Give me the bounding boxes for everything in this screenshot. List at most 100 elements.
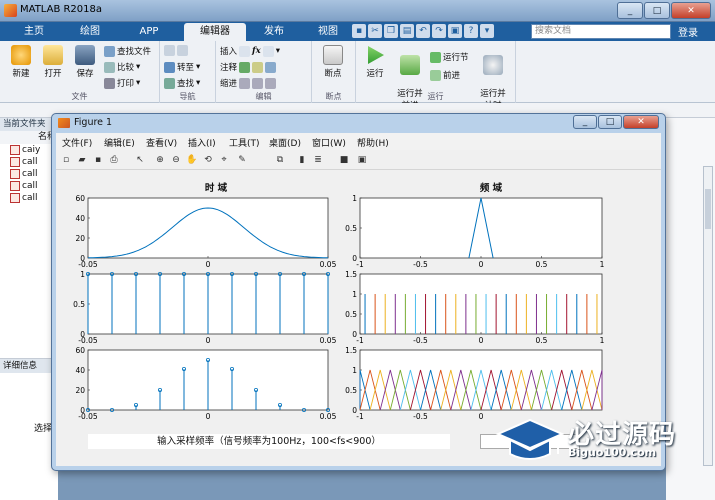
- y-tick-label: 0: [80, 406, 85, 415]
- menu-desktop[interactable]: 桌面(D): [269, 136, 301, 149]
- menu-view[interactable]: 查看(V): [146, 136, 177, 149]
- fs-input[interactable]: [480, 434, 580, 449]
- tab-plots[interactable]: 绘图: [66, 23, 114, 41]
- file-icon: [10, 157, 20, 167]
- figure-minimize-button[interactable]: _: [573, 115, 597, 129]
- hide-plot-tools-icon[interactable]: ■: [338, 154, 350, 166]
- comment-button[interactable]: 注释: [220, 61, 277, 73]
- details-select-text: 选择: [34, 424, 53, 434]
- x-tick-label: 1: [600, 260, 605, 269]
- figure-title: Figure 1: [74, 117, 113, 128]
- save-figure-icon[interactable]: ▪: [92, 154, 104, 166]
- goto-label: 转至: [177, 63, 195, 73]
- tab-apps[interactable]: APP: [124, 23, 174, 41]
- advance-button[interactable]: 前进: [430, 69, 460, 81]
- open-button[interactable]: 打开: [36, 45, 70, 79]
- brush-icon[interactable]: ✎: [236, 154, 248, 166]
- magnifier-icon: [164, 77, 175, 89]
- undo-icon[interactable]: ↶: [416, 24, 430, 38]
- login-button[interactable]: 登录: [678, 24, 698, 39]
- print-button[interactable]: 打印 ▾: [104, 77, 140, 89]
- menu-edit[interactable]: 编辑(E): [104, 136, 135, 149]
- show-plot-tools-icon[interactable]: ▣: [356, 154, 368, 166]
- nav-arrows[interactable]: [164, 45, 188, 56]
- scrollbar-thumb[interactable]: [705, 189, 711, 229]
- run-button[interactable]: 运行: [358, 45, 392, 79]
- tab-publish[interactable]: 发布: [252, 23, 296, 41]
- advance-label: 前进: [443, 71, 461, 81]
- x-tick-label: -0.5: [413, 336, 428, 345]
- menu-insert[interactable]: 插入(I): [188, 136, 216, 149]
- column-header-name[interactable]: 名称: [0, 131, 57, 144]
- x-tick-label: -0.5: [413, 412, 428, 421]
- insert-button[interactable]: 插入 fx ▾: [220, 45, 280, 57]
- compare-button[interactable]: 比较 ▾: [104, 61, 140, 73]
- y-tick-label: 0: [80, 330, 85, 339]
- breakpoints-group: 断点 断点: [312, 41, 356, 103]
- link-plot-icon[interactable]: ⧉: [274, 154, 286, 166]
- print-figure-icon[interactable]: ⎙: [108, 154, 120, 166]
- cut-icon[interactable]: ✂: [368, 24, 382, 38]
- details-panel: 详细信息 选择: [0, 358, 58, 500]
- colorbar-icon[interactable]: ▮: [296, 154, 308, 166]
- figure-titlebar: Figure 1 _ □ ✕: [52, 114, 665, 132]
- breakpoints-btn-label: 断点: [324, 69, 342, 79]
- menu-window[interactable]: 窗口(W): [312, 136, 346, 149]
- file-item-label: call: [22, 193, 38, 203]
- switch-windows-icon[interactable]: ▣: [448, 24, 462, 38]
- redo-icon[interactable]: ↷: [432, 24, 446, 38]
- find-files-label: 查找文件: [117, 47, 152, 57]
- file-item[interactable]: caiy: [0, 144, 57, 156]
- search-input[interactable]: 搜索文档: [531, 24, 671, 39]
- pan-icon[interactable]: ✋: [186, 154, 198, 166]
- copy-icon[interactable]: ❐: [384, 24, 398, 38]
- zoom-out-icon[interactable]: ⊖: [170, 154, 182, 166]
- run-section-button[interactable]: 运行节: [430, 51, 469, 63]
- find-button[interactable]: 查找 ▾: [164, 77, 200, 89]
- y-tick-label: 1: [352, 290, 357, 299]
- tab-home[interactable]: 主页: [12, 23, 56, 41]
- open-label: 打开: [44, 69, 62, 79]
- y-tick-label: 60: [75, 346, 85, 355]
- help-icon[interactable]: ?: [464, 24, 478, 38]
- menu-help[interactable]: 帮助(H): [357, 136, 389, 149]
- fs-label: 输入采样频率（信号频率为100Hz，100<fs<900）: [88, 434, 450, 449]
- indent-button[interactable]: 缩进: [220, 77, 277, 89]
- file-item[interactable]: call: [0, 168, 57, 180]
- file-item[interactable]: call: [0, 156, 57, 168]
- find-files-button[interactable]: 查找文件: [104, 45, 151, 57]
- breakpoints-button[interactable]: 断点: [316, 45, 350, 79]
- fx-icon[interactable]: fx: [252, 46, 261, 56]
- tab-view[interactable]: 视图: [304, 23, 352, 41]
- data-cursor-icon[interactable]: ⌖: [218, 154, 230, 166]
- save-icon[interactable]: ▪: [352, 24, 366, 38]
- window-controls: _ □ ✕: [617, 2, 711, 19]
- close-button[interactable]: ✕: [671, 2, 711, 19]
- scrollbar[interactable]: [703, 166, 713, 466]
- zoom-in-icon[interactable]: ⊕: [154, 154, 166, 166]
- breakpoints-group-label: 断点: [325, 92, 342, 101]
- figure-toolbar: ▫ ▰ ▪ ⎙ ↖ ⊕ ⊖ ✋ ⟲ ⌖ ✎ ⧉ ▮ ≣ ■ ▣: [56, 150, 661, 170]
- pointer-icon[interactable]: ↖: [134, 154, 146, 166]
- new-button[interactable]: 新建: [4, 45, 38, 79]
- new-figure-icon[interactable]: ▫: [60, 154, 72, 166]
- paste-icon[interactable]: ▤: [400, 24, 414, 38]
- minimize-button[interactable]: _: [617, 2, 643, 19]
- menu-file[interactable]: 文件(F): [62, 136, 92, 149]
- plus-icon: [11, 45, 31, 65]
- goto-button[interactable]: 转至 ▾: [164, 61, 200, 73]
- tab-editor[interactable]: 编辑器: [184, 23, 246, 41]
- figure-maximize-button[interactable]: □: [598, 115, 622, 129]
- open-file-icon[interactable]: ▰: [76, 154, 88, 166]
- file-item[interactable]: call: [0, 192, 57, 204]
- dropdown-icon[interactable]: ▾: [480, 24, 494, 38]
- file-group: 新建 打开 保存 查找文件 比较 ▾ 打印 ▾ 文件: [0, 41, 160, 103]
- file-icon: [10, 193, 20, 203]
- file-item[interactable]: call: [0, 180, 57, 192]
- menu-tools[interactable]: 工具(T): [229, 136, 260, 149]
- maximize-button[interactable]: □: [644, 2, 670, 19]
- rotate-icon[interactable]: ⟲: [202, 154, 214, 166]
- save-button[interactable]: 保存: [68, 45, 102, 79]
- figure-close-button[interactable]: ✕: [623, 115, 659, 129]
- legend-icon[interactable]: ≣: [312, 154, 324, 166]
